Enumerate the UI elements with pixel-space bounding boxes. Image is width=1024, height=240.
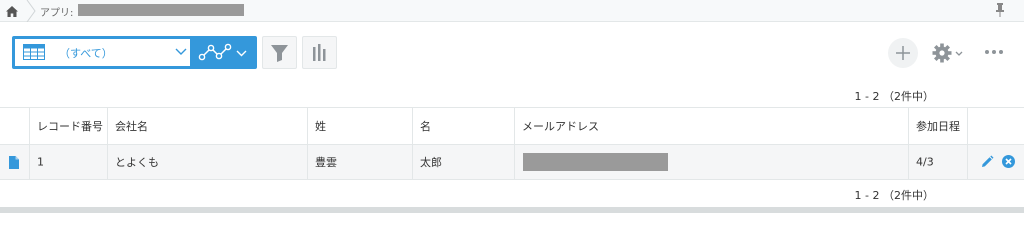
chevron-down-icon [175, 48, 187, 55]
table-header-row: レコード番号 会社名 姓 名 メールアドレス 参加日程 [0, 107, 1024, 145]
filter-icon [271, 45, 288, 62]
header-cell-company[interactable]: 会社名 [107, 108, 307, 144]
cell-last-name: 豊雲 [307, 145, 412, 179]
header-cell-email[interactable]: メールアドレス [514, 108, 908, 144]
header-cell-detail [0, 108, 29, 144]
view-selector-label: （すべて） [59, 47, 113, 60]
breadcrumb-app-label: アプリ: [40, 8, 74, 19]
chart-button[interactable] [302, 36, 337, 69]
header-cell-actions [967, 108, 1024, 144]
breadcrumb-app-name-redacted[interactable] [78, 4, 244, 16]
table-row: 1 とよくも 豊雲 太郎 4/3 [0, 145, 1024, 180]
footer-bar [0, 207, 1024, 213]
home-button[interactable] [0, 0, 24, 22]
header-cell-first-name[interactable]: 名 [412, 108, 514, 144]
plus-icon [896, 46, 910, 60]
pagination-top: 1 - 2 （2件中） [854, 90, 934, 103]
add-record-button[interactable] [888, 38, 918, 68]
view-selector[interactable]: （すべて） [12, 36, 192, 69]
cell-company: とよくも [107, 145, 307, 179]
header-cell-record-no[interactable]: レコード番号 [29, 108, 107, 144]
document-icon[interactable] [9, 156, 19, 169]
settings-button[interactable] [930, 40, 966, 66]
pagination-bottom: 1 - 2 （2件中） [854, 189, 934, 202]
detail-cell[interactable] [0, 145, 29, 179]
view-selector-inner[interactable]: （すべて） [15, 39, 190, 66]
bar-chart-icon [313, 44, 326, 61]
delete-icon[interactable] [1002, 155, 1015, 168]
table-view-icon [23, 44, 45, 60]
graph-view-button[interactable] [192, 36, 257, 69]
breadcrumb-separator [26, 0, 36, 22]
header-cell-date[interactable]: 参加日程 [908, 108, 967, 144]
header-cell-last-name[interactable]: 姓 [307, 108, 412, 144]
pencil-icon[interactable] [980, 155, 994, 169]
filter-button[interactable] [262, 36, 297, 69]
cell-email [514, 145, 908, 179]
breadcrumb: アプリ: [0, 0, 1024, 22]
cell-record-no: 1 [29, 145, 107, 179]
graph-chevron-down-icon [236, 50, 247, 57]
cell-first-name: 太郎 [412, 145, 514, 179]
cell-actions [967, 145, 1024, 179]
graph-icon [198, 43, 247, 61]
more-options-button[interactable] [982, 44, 1006, 60]
home-icon [6, 5, 18, 17]
pin-button[interactable] [994, 2, 1006, 18]
gear-icon [932, 43, 963, 63]
more-icon [985, 50, 1003, 54]
email-redacted [523, 153, 668, 171]
settings-chevron-down-icon [955, 51, 963, 56]
pin-icon [996, 3, 1004, 17]
cell-date: 4/3 [908, 145, 967, 179]
